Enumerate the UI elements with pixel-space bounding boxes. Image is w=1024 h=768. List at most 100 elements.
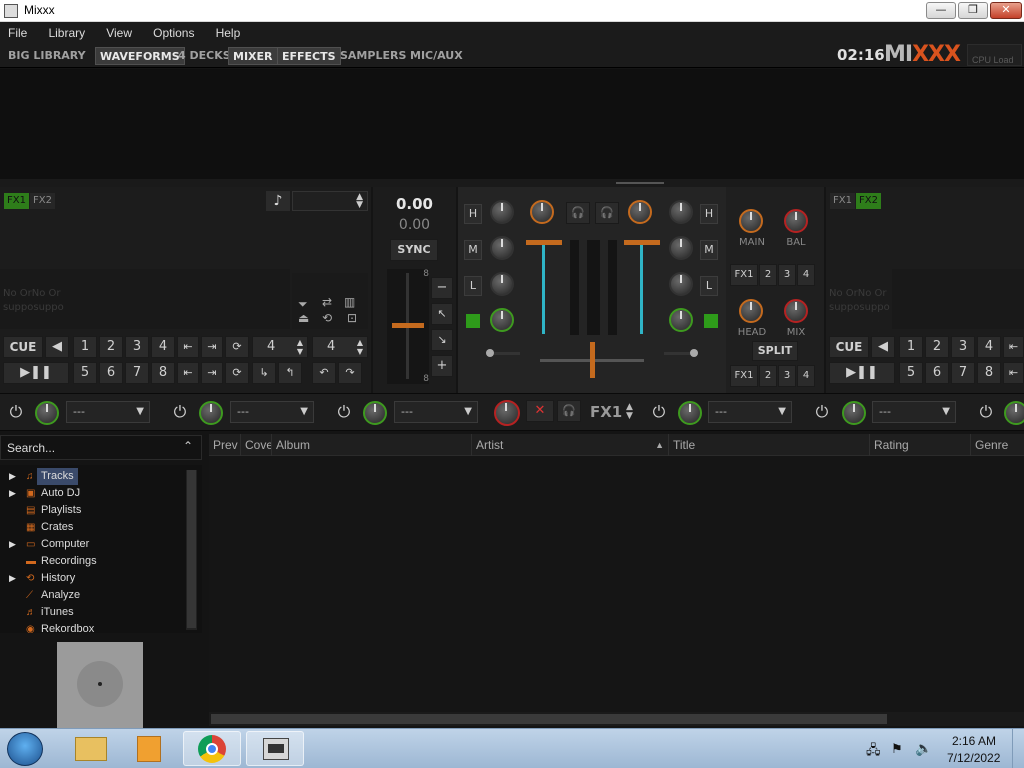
deck1-rate-temp-down-icon[interactable]: ↘ xyxy=(431,329,453,351)
split-cue-button[interactable]: SPLIT xyxy=(752,341,798,361)
waveform-display[interactable] xyxy=(0,69,1024,179)
fx3-meta-knob[interactable] xyxy=(363,401,387,425)
fx5-power-icon[interactable]: ⏻ xyxy=(813,403,831,421)
deck2-play-button[interactable]: ▶❚❚ xyxy=(829,362,895,384)
chrome-taskbar-icon[interactable] xyxy=(183,731,241,766)
deck1-key-selector[interactable]: ▲ ▼ xyxy=(292,191,368,211)
deck1-hotcue-2[interactable]: 2 xyxy=(99,336,123,358)
ch2-eq-low-knob[interactable] xyxy=(669,272,693,296)
main-fx2-assign[interactable]: 2 xyxy=(759,264,777,286)
fx5-effect-selector[interactable]: --- ▼ xyxy=(872,401,956,423)
tree-item-tracks[interactable]: ▶ ♫ Tracks xyxy=(0,468,185,485)
tree-item-history[interactable]: ▶ ⟲ History xyxy=(0,570,185,587)
balance-knob[interactable] xyxy=(784,209,808,233)
deck1-hotcue-4[interactable]: 4 xyxy=(151,336,175,358)
fx2-meta-knob[interactable] xyxy=(199,401,223,425)
ch2-gain-knob[interactable] xyxy=(628,200,652,224)
tree-item-analyze[interactable]: ⟋ Analyze xyxy=(0,587,185,604)
ch1-pfl-indicator[interactable] xyxy=(466,314,480,328)
fx2-power-icon[interactable]: ⏻ xyxy=(171,403,189,421)
ch1-filter-knob[interactable] xyxy=(490,308,514,332)
deck2-hotcue-6[interactable]: 6 xyxy=(925,362,949,384)
ch1-gain-knob[interactable] xyxy=(530,200,554,224)
deck2-fx1-button[interactable]: FX1 xyxy=(830,193,855,209)
search-input[interactable]: Search... xyxy=(7,441,55,455)
crossfader[interactable] xyxy=(540,342,644,378)
deck2-outro-start-icon[interactable]: ⇤ xyxy=(1003,362,1024,384)
head-fx4-assign[interactable]: 4 xyxy=(797,365,815,387)
deck2-cue-button[interactable]: CUE xyxy=(829,336,869,358)
mixxx-taskbar-icon[interactable] xyxy=(246,731,304,766)
fx1-power-icon[interactable]: ⏻ xyxy=(7,403,25,421)
deck1-eject-icon[interactable]: ⏏ xyxy=(298,311,309,325)
column-artist[interactable]: Artist ▲ xyxy=(472,434,669,456)
ch2-pfl-indicator[interactable] xyxy=(704,314,718,328)
menu-options[interactable]: Options xyxy=(145,23,202,40)
library-tree-scrollbar[interactable] xyxy=(186,470,197,630)
deck1-repeat-icon[interactable]: ⟲ xyxy=(322,311,332,325)
fx-unit-disable-icon[interactable]: ✕ xyxy=(526,400,554,422)
fx6-power-icon[interactable]: ⏻ xyxy=(977,403,995,421)
fx3-effect-selector[interactable]: --- ▼ xyxy=(394,401,478,423)
toggle-waveforms[interactable]: WAVEFORMS xyxy=(95,47,185,65)
ch1-headphone-icon[interactable]: 🎧 xyxy=(566,202,590,224)
deck2-hotcue-2[interactable]: 2 xyxy=(925,336,949,358)
headphone-mix-knob[interactable] xyxy=(784,299,808,323)
deck1-hotcue-5[interactable]: 5 xyxy=(73,362,97,384)
ch1-eq-high-knob[interactable] xyxy=(490,200,514,224)
deck2-hotcue-3[interactable]: 3 xyxy=(951,336,975,358)
fx-unit-selector-arrows[interactable]: ▲ ▼ xyxy=(626,403,633,421)
column-preview[interactable]: Prev xyxy=(209,434,241,456)
deck1-slip-icon[interactable]: ⏷ xyxy=(298,297,308,312)
deck1-cue-button[interactable]: CUE xyxy=(3,336,43,358)
ch1-eq-low-knob[interactable] xyxy=(490,272,514,296)
deck2-hotcue-1[interactable]: 1 xyxy=(899,336,923,358)
ch2-headphone-icon[interactable]: 🎧 xyxy=(595,202,619,224)
main-gain-knob[interactable] xyxy=(739,209,763,233)
deck1-loop-out-icon[interactable]: ↰ xyxy=(278,362,302,384)
music-note-icon[interactable]: ♪ xyxy=(266,191,290,211)
tree-item-playlists[interactable]: ▤ Playlists xyxy=(0,502,185,519)
head-fx3-assign[interactable]: 3 xyxy=(778,365,796,387)
deck1-hotcue-8[interactable]: 8 xyxy=(151,362,175,384)
start-button[interactable] xyxy=(7,732,43,766)
ch2-eq-high-knob[interactable] xyxy=(669,200,693,224)
deck1-rate-up-button[interactable]: + xyxy=(431,355,453,377)
volume-tray-icon[interactable]: 🔈 xyxy=(915,740,932,757)
head-fx2-assign[interactable]: 2 xyxy=(759,365,777,387)
deck1-jump-back-icon[interactable]: ↶ xyxy=(312,362,336,384)
menu-view[interactable]: View xyxy=(98,23,140,40)
tree-item-auto-dj[interactable]: ▶ ▣ Auto DJ xyxy=(0,485,185,502)
fx4-power-icon[interactable]: ⏻ xyxy=(650,403,668,421)
ch1-balance-slider[interactable] xyxy=(486,349,520,358)
deck1-hotcue-6[interactable]: 6 xyxy=(99,362,123,384)
deck1-fx2-button[interactable]: FX2 xyxy=(30,193,55,209)
deck1-intro-end-icon[interactable]: ⇥ xyxy=(201,336,223,358)
menu-help[interactable]: Help xyxy=(208,23,249,40)
tray-date[interactable]: 7/12/2022 xyxy=(947,751,1000,765)
deck1-outro-end-icon[interactable]: ⇥ xyxy=(201,362,223,384)
column-album[interactable]: Album xyxy=(272,434,472,456)
ch2-balance-slider[interactable] xyxy=(664,349,698,358)
toggle-samplers[interactable]: SAMPLERS xyxy=(336,47,410,65)
deck1-loop-bar-icon[interactable]: ▥ xyxy=(344,295,355,309)
track-table-hscrollbar[interactable] xyxy=(209,712,1024,726)
deck1-jump-forward-icon[interactable]: ↷ xyxy=(338,362,362,384)
deck1-loop-icon[interactable]: ⟳ xyxy=(225,336,249,358)
toggle-effects[interactable]: EFFECTS xyxy=(277,47,341,65)
toggle-mixer[interactable]: MIXER xyxy=(228,47,278,65)
tree-item-rekordbox[interactable]: ◉ Rekordbox xyxy=(0,621,185,633)
deck1-play-button[interactable]: ▶❚❚ xyxy=(3,362,69,384)
main-fx3-assign[interactable]: 3 xyxy=(778,264,796,286)
fx-unit-headphone-icon[interactable]: 🎧 xyxy=(557,400,581,422)
deck2-fx2-button[interactable]: FX2 xyxy=(856,193,881,209)
deck1-fx1-button[interactable]: FX1 xyxy=(4,193,29,209)
fx2-effect-selector[interactable]: --- ▼ xyxy=(230,401,314,423)
deck2-intro-start-icon[interactable]: ⇤ xyxy=(1003,336,1024,358)
deck2-rewind-button[interactable]: ◀ xyxy=(871,336,895,358)
fx-unit-mix-knob[interactable] xyxy=(494,400,520,426)
ch2-volume-fader[interactable] xyxy=(624,240,660,335)
deck2-hotcue-4[interactable]: 4 xyxy=(977,336,1001,358)
deck1-sync-button[interactable]: SYNC xyxy=(390,239,438,261)
menu-file[interactable]: File xyxy=(0,23,35,40)
